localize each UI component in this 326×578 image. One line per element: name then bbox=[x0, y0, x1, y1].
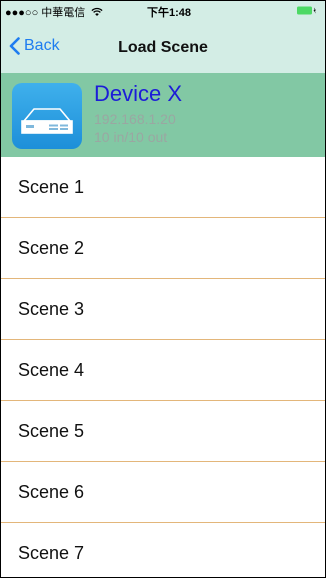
status-time: 下午1:48 bbox=[147, 7, 192, 19]
device-rack-icon bbox=[12, 83, 82, 149]
device-ip-address: 192.168.1.20 bbox=[94, 111, 176, 127]
carrier-text: ●●●○○ 中華電信 bbox=[5, 7, 86, 19]
scene-item[interactable]: Scene 1 bbox=[1, 157, 325, 218]
scene-item[interactable]: Scene 4 bbox=[1, 340, 325, 401]
scene-item[interactable]: Scene 3 bbox=[1, 279, 325, 340]
device-io-count: 10 in/10 out bbox=[94, 129, 168, 145]
scene-item[interactable]: Scene 2 bbox=[1, 218, 325, 279]
device-name: Device X bbox=[94, 81, 183, 106]
navigation-bar: Back Load Scene bbox=[1, 21, 325, 73]
page-title: Load Scene bbox=[118, 39, 208, 56]
device-header: Device X 192.168.1.20 10 in/10 out bbox=[1, 73, 325, 157]
scene-item[interactable]: Scene 7 bbox=[1, 523, 325, 577]
scene-item[interactable]: Scene 6 bbox=[1, 462, 325, 523]
wifi-icon bbox=[91, 7, 103, 16]
battery-icon bbox=[297, 6, 316, 15]
app-screen: ●●●○○ 中華電信 下午1:48 Back Load Scene Device… bbox=[0, 0, 326, 578]
status-bar: ●●●○○ 中華電信 下午1:48 bbox=[1, 1, 325, 21]
scene-item[interactable]: Scene 5 bbox=[1, 401, 325, 462]
carrier-label: ●●●○○ 中華電信 bbox=[5, 4, 103, 20]
scene-list: Scene 1 Scene 2 Scene 3 Scene 4 Scene 5 … bbox=[1, 157, 325, 577]
